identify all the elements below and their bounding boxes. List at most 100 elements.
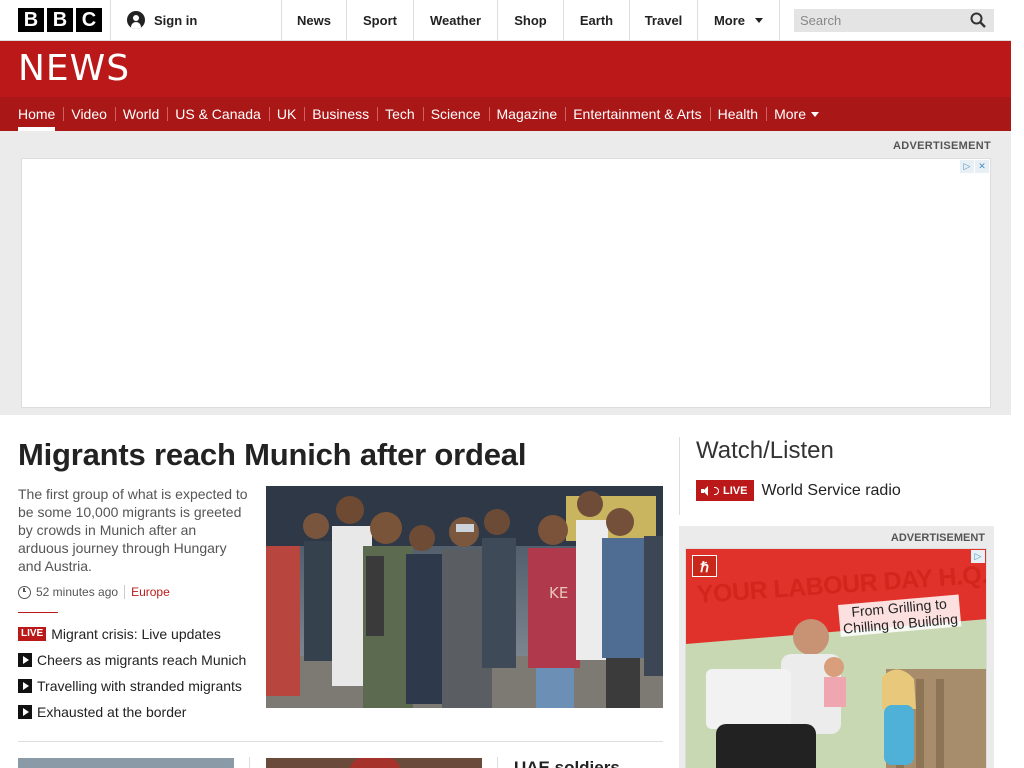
divider: [249, 757, 250, 768]
section-nav-science[interactable]: Science: [422, 97, 489, 131]
story-headline[interactable]: UAE soldiers: [514, 758, 620, 768]
section-nav-video[interactable]: Video: [63, 97, 115, 131]
global-nav-sport[interactable]: Sport: [347, 0, 414, 40]
section-nav-label: More: [774, 106, 806, 122]
shirt-print: KE: [549, 584, 568, 602]
masthead: B B C Sign in News Sport Weather Shop Ea…: [0, 0, 1011, 41]
related-link-text: Cheers as migrants reach Munich: [37, 652, 247, 668]
related-link[interactable]: Cheers as migrants reach Munich: [18, 647, 246, 673]
global-nav-news[interactable]: News: [282, 0, 347, 40]
global-nav-label: Sport: [363, 12, 397, 28]
global-nav-earth[interactable]: Earth: [564, 0, 630, 40]
section-nav-us-canada[interactable]: US & Canada: [167, 97, 269, 131]
related-link-text: Migrant crisis: Live updates: [51, 626, 221, 642]
top-advert-zone: ADVERTISEMENT ▷ ✕: [0, 131, 1011, 415]
section-nav-label: US & Canada: [175, 106, 261, 122]
section-nav: Home Video World US & Canada UK Business…: [0, 97, 1011, 131]
sign-in-link[interactable]: Sign in: [110, 0, 282, 40]
story-thumbnail[interactable]: [266, 758, 482, 768]
global-nav-travel[interactable]: Travel: [630, 0, 698, 40]
world-service-radio-link[interactable]: LIVE World Service radio: [696, 480, 901, 501]
global-nav-label: Shop: [514, 12, 547, 28]
section-nav-magazine[interactable]: Magazine: [488, 97, 566, 131]
search-icon[interactable]: [970, 12, 986, 28]
global-nav: News Sport Weather Shop Earth Travel Mor…: [282, 0, 780, 40]
related-link[interactable]: LIVE Migrant crisis: Live updates: [18, 621, 246, 647]
ad-choices-icon[interactable]: ▷: [960, 160, 974, 173]
section-nav-home[interactable]: Home: [10, 97, 63, 131]
watch-listen-title: Watch/Listen: [696, 437, 834, 464]
column-divider: [679, 437, 680, 515]
related-link-text: Travelling with stranded migrants: [37, 678, 242, 694]
bbc-logo-letter: B: [18, 8, 44, 32]
clock-icon: [18, 585, 31, 599]
section-nav-uk[interactable]: UK: [268, 97, 304, 131]
section-nav-business[interactable]: Business: [304, 97, 377, 131]
lead-headline[interactable]: Migrants reach Munich after ordeal: [18, 437, 526, 473]
play-icon: [18, 653, 32, 667]
ad-choices[interactable]: ▷ ✕: [960, 160, 989, 173]
lead-photo[interactable]: KE: [266, 486, 663, 708]
category-link[interactable]: Europe: [124, 585, 170, 599]
global-nav-label: Earth: [579, 12, 614, 28]
bbc-logo-letter: B: [47, 8, 73, 32]
play-icon: [18, 679, 32, 693]
search-placeholder: Search: [800, 13, 842, 28]
global-nav-label: More: [713, 12, 746, 28]
chevron-down-icon: [810, 111, 819, 117]
section-nav-label: World: [122, 106, 160, 122]
lead-summary: The first group of what is expected to b…: [18, 486, 248, 574]
section-nav-health[interactable]: Health: [709, 97, 766, 131]
section-nav-entertainment-arts[interactable]: Entertainment & Arts: [565, 97, 709, 131]
news-wordmark[interactable]: NEWS: [18, 50, 130, 88]
sign-in-label: Sign in: [154, 12, 198, 28]
user-icon: [127, 11, 145, 29]
live-badge: LIVE: [18, 627, 47, 641]
live-badge: LIVE: [696, 480, 755, 501]
related-link[interactable]: Travelling with stranded migrants: [18, 673, 246, 699]
advert-banner[interactable]: ▷ ✕: [21, 158, 991, 408]
live-badge-label: LIVE: [723, 484, 748, 497]
global-nav-label: Travel: [644, 12, 683, 28]
section-nav-label: Entertainment & Arts: [573, 106, 702, 122]
global-nav-label: Weather: [429, 12, 482, 28]
global-nav-weather[interactable]: Weather: [414, 0, 498, 40]
related-links: LIVE Migrant crisis: Live updates Cheers…: [18, 621, 246, 725]
home-hardware-logo: ℏ: [692, 555, 717, 577]
radio-label: World Service radio: [761, 481, 901, 499]
lead-photo-illustration: KE: [266, 486, 663, 708]
global-nav-more[interactable]: More: [698, 0, 780, 40]
speaker-icon: [701, 485, 712, 496]
divider: [18, 612, 58, 613]
section-nav-label: UK: [276, 106, 297, 122]
search-input[interactable]: Search: [794, 9, 994, 32]
advert-label: ADVERTISEMENT: [892, 140, 991, 152]
advert-label: ADVERTISEMENT: [890, 532, 985, 544]
section-nav-label: Health: [717, 106, 759, 122]
story-thumbnail[interactable]: [18, 758, 234, 768]
play-icon: [18, 705, 32, 719]
global-nav-label: News: [297, 12, 331, 28]
close-icon[interactable]: ✕: [975, 160, 989, 173]
side-advert[interactable]: ℏ ▷ YOUR LABOUR DAY H.Q. From Grilling t…: [685, 548, 987, 768]
section-nav-more[interactable]: More: [766, 97, 827, 131]
bbc-logo[interactable]: B B C: [18, 8, 102, 32]
sound-waves-icon: [714, 486, 719, 495]
global-nav-shop[interactable]: Shop: [498, 0, 564, 40]
divider: [497, 757, 498, 768]
divider: [18, 741, 663, 742]
side-advert-zone: ADVERTISEMENT ℏ ▷ YOUR LABOUR DAY H.Q. F: [679, 526, 994, 768]
news-banner: NEWS: [0, 41, 1011, 97]
bbc-logo-letter: C: [76, 8, 102, 32]
section-nav-label: Business: [312, 106, 370, 122]
section-nav-tech[interactable]: Tech: [377, 97, 423, 131]
section-nav-label: Tech: [385, 106, 415, 122]
related-link-text: Exhausted at the border: [37, 704, 187, 720]
related-link[interactable]: Exhausted at the border: [18, 699, 246, 725]
section-nav-world[interactable]: World: [114, 97, 167, 131]
section-nav-label: Video: [71, 106, 107, 122]
section-nav-label: Science: [430, 106, 481, 122]
timestamp: 52 minutes ago: [36, 585, 119, 599]
chevron-down-icon: [755, 17, 764, 23]
section-nav-label: Magazine: [496, 106, 558, 122]
